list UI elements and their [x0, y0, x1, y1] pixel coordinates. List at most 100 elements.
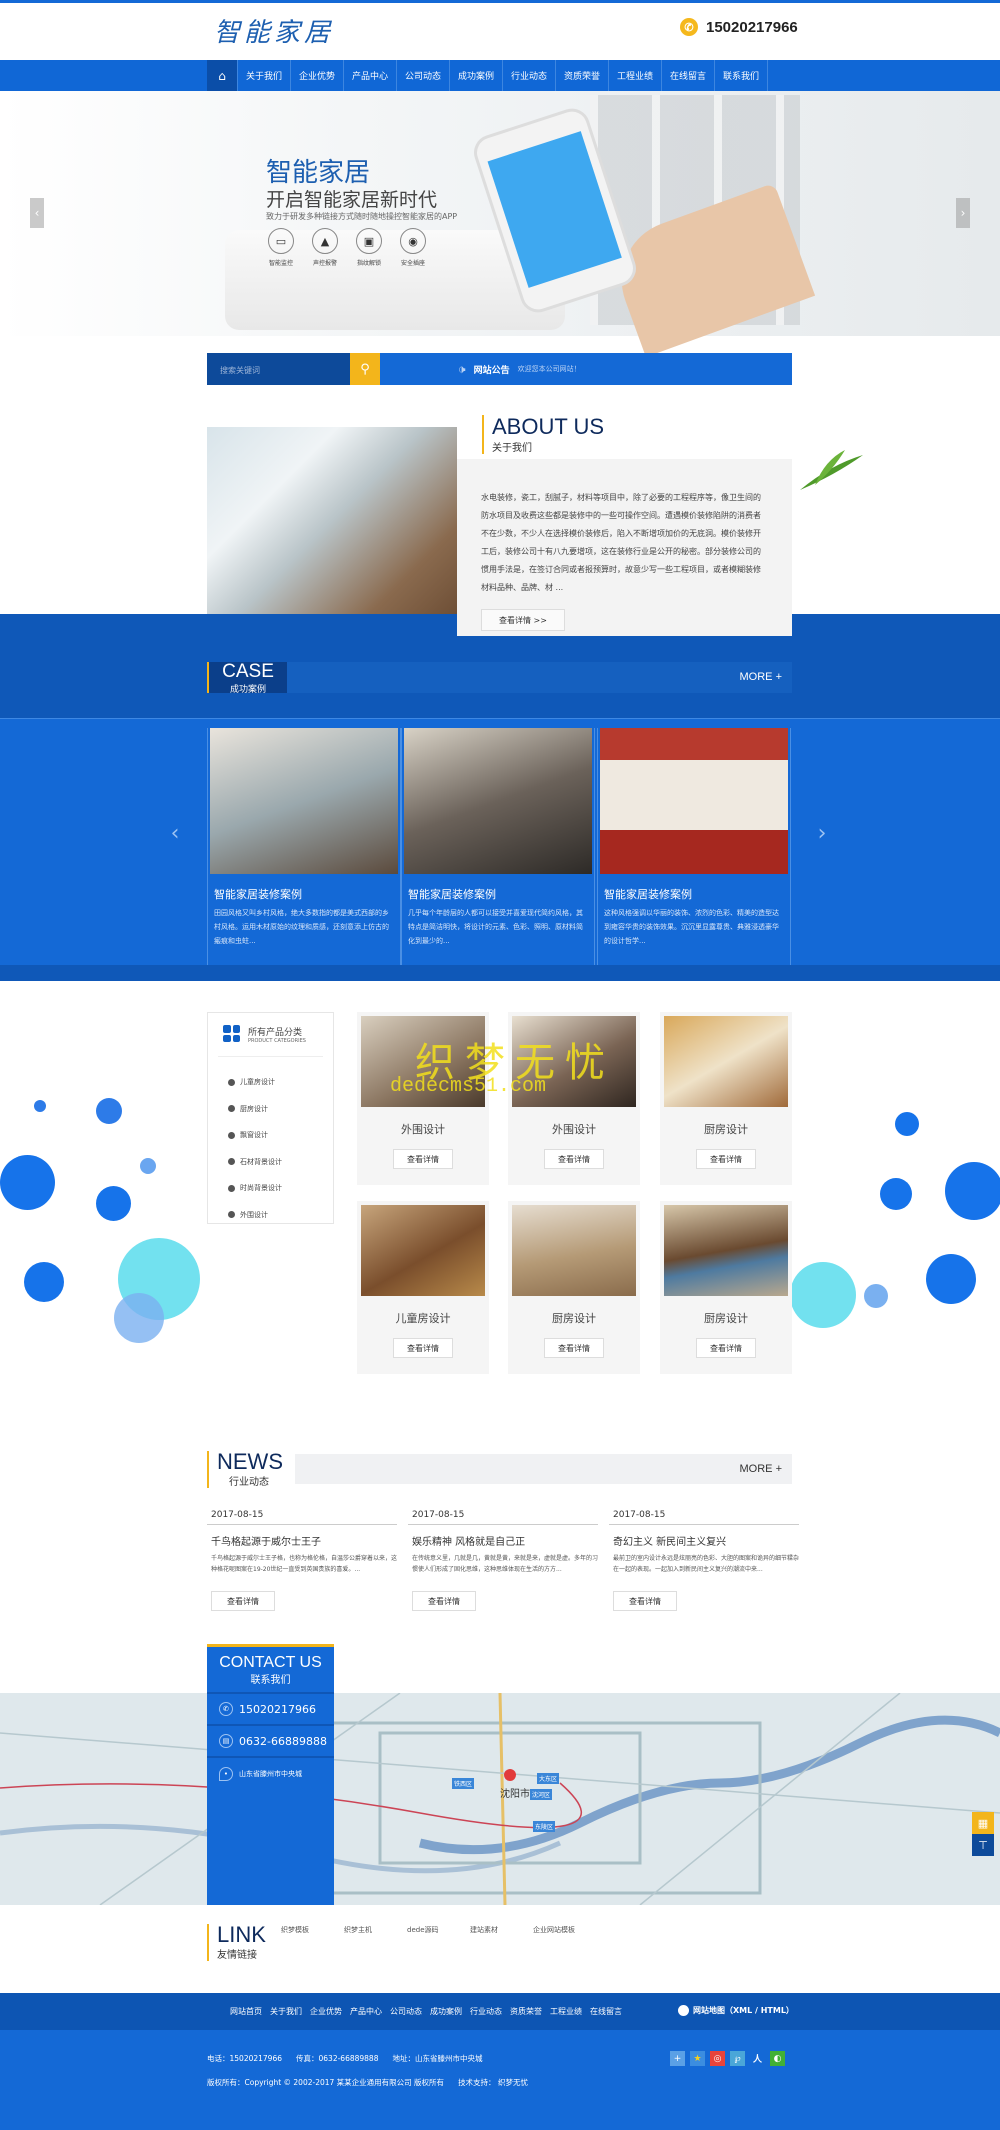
- case-header-bar: MORE +: [287, 662, 792, 693]
- search-button[interactable]: ⚲: [350, 353, 380, 385]
- product-name[interactable]: 厨房设计: [660, 1121, 792, 1137]
- case-title[interactable]: 智能家居装修案例: [604, 886, 790, 902]
- product-detail-button[interactable]: 查看详情: [696, 1149, 756, 1169]
- renren-icon[interactable]: 人: [750, 2051, 765, 2066]
- nav-item[interactable]: 关于我们: [238, 60, 291, 91]
- category-item[interactable]: 外围设计: [208, 1202, 333, 1229]
- product-detail-button[interactable]: 查看详情: [544, 1338, 604, 1358]
- product-detail-button[interactable]: 查看详情: [393, 1149, 453, 1169]
- category-item[interactable]: 石材背景设计: [208, 1149, 333, 1176]
- news-detail-button[interactable]: 查看详情: [412, 1591, 476, 1611]
- case-card[interactable]: 智能家居装修案例 田园风格又叫乡村风格，绝大多数指的都是美式西部的乡村风格。运用木…: [207, 728, 401, 965]
- nav-item[interactable]: 在线留言: [662, 60, 715, 91]
- case-heading: CASE 成功案例: [207, 661, 287, 695]
- product-name[interactable]: 厨房设计: [660, 1310, 792, 1326]
- category-item[interactable]: 时尚背景设计: [208, 1175, 333, 1202]
- news-title[interactable]: 千鸟格起源于威尔士王子: [211, 1533, 397, 1548]
- footer-nav-link[interactable]: 网站首页: [230, 2006, 262, 2017]
- case-prev-arrow[interactable]: ‹: [168, 818, 182, 848]
- category-item[interactable]: 儿童房设计: [208, 1069, 333, 1096]
- banner-title: 智能家居: [266, 158, 371, 188]
- product-detail-button[interactable]: 查看详情: [696, 1338, 756, 1358]
- weibo-icon[interactable]: ◎: [710, 2051, 725, 2066]
- friend-link[interactable]: dede源码: [407, 1925, 470, 1935]
- product-card[interactable]: 儿童房设计 查看详情: [357, 1201, 489, 1374]
- arrow-up-icon: ⊤: [978, 1838, 988, 1852]
- news-date: 2017-08-15: [609, 1510, 799, 1525]
- nav-item[interactable]: 联系我们: [715, 60, 768, 91]
- footer-nav-link[interactable]: 关于我们: [270, 2006, 302, 2017]
- qr-code-button[interactable]: ▦: [972, 1812, 994, 1834]
- footer: 电话：15020217966 传真：0632-66889888 地址：山东省滕州市中…: [0, 2030, 1000, 2130]
- footer-nav-link[interactable]: 企业优势: [310, 2006, 342, 2017]
- category-item[interactable]: 飘窗设计: [208, 1122, 333, 1149]
- friend-link[interactable]: 企业网站模板: [533, 1925, 596, 1935]
- friend-link[interactable]: 织梦主机: [344, 1925, 407, 1935]
- nav-item[interactable]: 企业优势: [291, 60, 344, 91]
- decor-bubble: [880, 1178, 912, 1210]
- footer-nav-link[interactable]: 资质荣誉: [510, 2006, 542, 2017]
- category-item[interactable]: 厨房设计: [208, 1096, 333, 1123]
- nav-item[interactable]: 产品中心: [344, 60, 397, 91]
- footer-nav-link[interactable]: 工程业绩: [550, 2006, 582, 2017]
- news-item: 2017-08-15 千鸟格起源于威尔士王子 千鸟格起源于威尔士王子格，也称为格伦格…: [207, 1510, 397, 1611]
- nav-item[interactable]: 公司动态: [397, 60, 450, 91]
- friend-link[interactable]: 织梦模板: [281, 1925, 344, 1935]
- banner-prev-arrow[interactable]: ‹: [30, 198, 44, 228]
- product-card[interactable]: 厨房设计 查看详情: [660, 1012, 792, 1185]
- footer-nav-link[interactable]: 公司动态: [390, 2006, 422, 2017]
- qzone-icon[interactable]: ★: [690, 2051, 705, 2066]
- case-title-en: CASE: [222, 661, 274, 682]
- case-card[interactable]: 智能家居装修案例 几乎每个年龄层的人都可以接受并喜爱现代简约风格，其特点是简洁明快…: [401, 728, 595, 965]
- map-district-label: 铁西区: [452, 1778, 475, 1789]
- nav-item[interactable]: 行业动态: [503, 60, 556, 91]
- product-image: [664, 1016, 788, 1107]
- nav-item[interactable]: 资质荣誉: [556, 60, 609, 91]
- case-title[interactable]: 智能家居装修案例: [408, 886, 594, 902]
- product-name[interactable]: 厨房设计: [508, 1310, 640, 1326]
- feature-label: 智能监控: [268, 260, 293, 267]
- decor-bubble: [114, 1293, 164, 1343]
- product-detail-button[interactable]: 查看详情: [393, 1338, 453, 1358]
- friend-link[interactable]: 建站素材: [470, 1925, 533, 1935]
- banner-next-arrow[interactable]: ›: [956, 198, 970, 228]
- product-name[interactable]: 儿童房设计: [357, 1310, 489, 1326]
- case-more-link[interactable]: MORE +: [740, 671, 782, 683]
- news-title[interactable]: 奇幻主义 新民间主义复兴: [613, 1533, 799, 1548]
- case-card[interactable]: 智能家居装修案例这种风格强调以华丽的装饰、浓烈的色彩、精美的造型达到雍容华贵的装…: [597, 728, 791, 965]
- product-name[interactable]: 外围设计: [508, 1121, 640, 1137]
- wechat-icon[interactable]: ◐: [770, 2051, 785, 2066]
- product-card[interactable]: 厨房设计 查看详情: [508, 1201, 640, 1374]
- news-title[interactable]: 娱乐精神 风格就是自己正: [412, 1533, 598, 1548]
- case-text: 这种风格强调以华丽的装饰、浓烈的色彩、精美的造型达到雍容华贵的装饰效果。沉沉里显…: [604, 909, 779, 945]
- footer-nav-link[interactable]: 产品中心: [350, 2006, 382, 2017]
- nav-home[interactable]: ⌂: [207, 60, 238, 91]
- category-label: 外围设计: [240, 1210, 268, 1219]
- footer-nav-link[interactable]: 行业动态: [470, 2006, 502, 2017]
- tencent-weibo-icon[interactable]: ℘: [730, 2051, 745, 2066]
- notice-text[interactable]: 欢迎您本公司网站！: [518, 364, 581, 374]
- footer-nav-link[interactable]: 在线留言: [590, 2006, 622, 2017]
- logo[interactable]: 智能家居: [214, 12, 334, 49]
- case-title[interactable]: 智能家居装修案例: [214, 886, 400, 902]
- nav-item[interactable]: 工程业绩: [609, 60, 662, 91]
- product-card[interactable]: 厨房设计 查看详情: [660, 1201, 792, 1374]
- sitemap-link[interactable]: 网站地图（XML / HTML）: [693, 2005, 794, 2016]
- share-plus-icon[interactable]: +: [670, 2051, 685, 2066]
- footer-support[interactable]: 技术支持： 织梦无忧: [458, 2077, 528, 2088]
- about-more-button[interactable]: 查看详情 >>: [481, 609, 565, 631]
- back-to-top-button[interactable]: ⊤: [972, 1834, 994, 1856]
- location-map[interactable]: 沈阳市 铁西区 大东区 沈河区 东陵区: [0, 1692, 1000, 1906]
- nav-item[interactable]: 成功案例: [450, 60, 503, 91]
- product-name[interactable]: 外围设计: [357, 1121, 489, 1137]
- decor-bubble: [864, 1284, 888, 1308]
- news-detail-button[interactable]: 查看详情: [211, 1591, 275, 1611]
- footer-nav-link[interactable]: 成功案例: [430, 2006, 462, 2017]
- search-input[interactable]: 搜索关键词: [207, 353, 350, 385]
- product-detail-button[interactable]: 查看详情: [544, 1149, 604, 1169]
- case-next-arrow[interactable]: ›: [815, 818, 829, 848]
- news-detail-button[interactable]: 查看详情: [613, 1591, 677, 1611]
- news-more-link[interactable]: MORE +: [740, 1463, 782, 1475]
- footer-address: 地址：山东省滕州市中央城: [392, 2054, 483, 2063]
- decor-bubble: [926, 1254, 976, 1304]
